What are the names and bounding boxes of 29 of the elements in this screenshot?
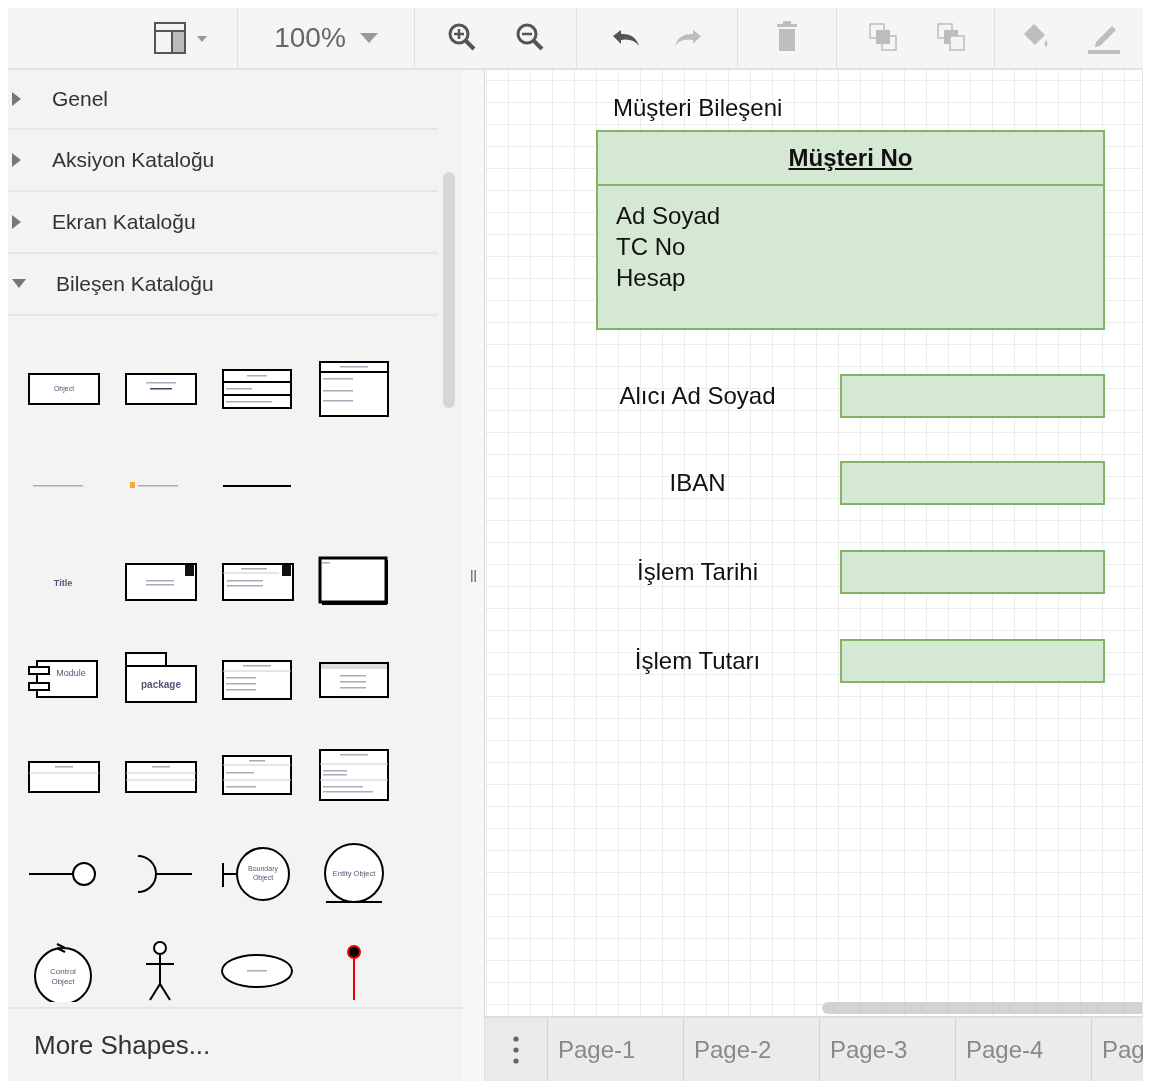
more-vertical-icon xyxy=(513,1035,519,1064)
layout-icon xyxy=(153,20,209,56)
scrollbar-thumb[interactable] xyxy=(443,172,455,408)
input-field[interactable] xyxy=(840,374,1105,418)
grip-icon xyxy=(470,569,476,582)
field-label: İşlem Tutarı xyxy=(633,647,762,675)
entity-field: Ad Soyad xyxy=(616,200,721,231)
field-label: İşlem Tarihi xyxy=(636,558,759,586)
entity-header: Müşteri No xyxy=(788,144,913,172)
input-field[interactable] xyxy=(840,461,1105,505)
redo-icon xyxy=(674,29,702,47)
caret-icon xyxy=(12,215,22,229)
input-field[interactable] xyxy=(840,639,1105,683)
field-label: IBAN xyxy=(668,469,727,497)
zoom-dropdown[interactable]: 100% xyxy=(272,20,380,56)
input-field[interactable] xyxy=(840,550,1105,594)
caret-icon xyxy=(359,33,378,43)
caret-icon xyxy=(12,92,22,106)
title-shape[interactable]: Title xyxy=(24,551,101,614)
caret-icon xyxy=(12,279,26,289)
container-title: Müşteri Bileşeni xyxy=(613,94,783,122)
more-shapes-link[interactable]: More Shapes... xyxy=(34,1029,211,1061)
entity-box[interactable]: Müşteri No Ad Soyad TC No Hesap xyxy=(596,130,1105,330)
entity-field: Hesap xyxy=(616,262,686,293)
entity-field: TC No xyxy=(616,231,686,262)
caret-icon xyxy=(12,153,22,167)
undo-icon xyxy=(612,29,640,47)
scrollbar-thumb[interactable] xyxy=(822,1002,1142,1014)
field-label: Alıcı Ad Soyad xyxy=(618,382,777,410)
